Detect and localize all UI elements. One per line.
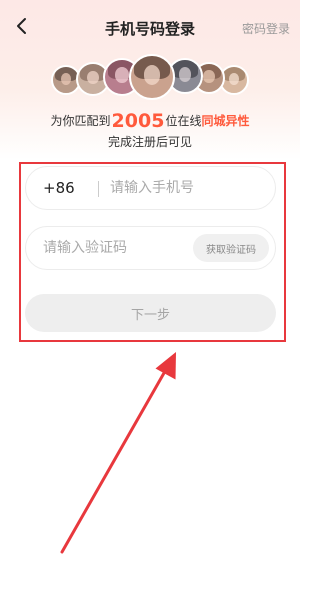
avatar-row [0, 54, 300, 106]
match-headline: 为你匹配到2005位在线同城异性 [0, 110, 300, 132]
avatar [129, 54, 175, 100]
match-middle: 位在线 [165, 114, 202, 128]
annotation-highlight-box [19, 162, 286, 342]
match-subtitle: 完成注册后可见 [107, 135, 192, 149]
password-login-link[interactable]: 密码登录 [242, 20, 290, 37]
match-count: 2005 [111, 110, 165, 132]
match-highlight: 同城异性 [201, 114, 250, 128]
top-bar: 手机号码登录 密码登录 [0, 0, 300, 56]
match-prefix: 为你匹配到 [50, 114, 111, 128]
